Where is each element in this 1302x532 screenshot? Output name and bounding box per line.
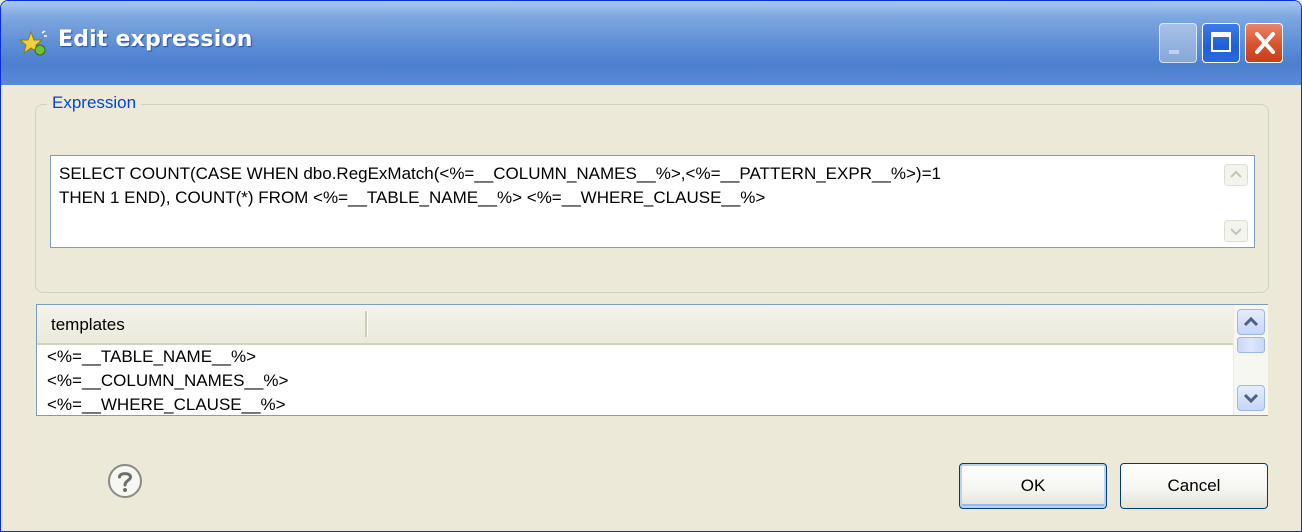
templates-table-header: templates [37,305,1233,345]
expression-scrollbar[interactable] [1224,164,1250,242]
close-icon [1255,32,1275,54]
chevron-up-icon [1243,316,1259,327]
templates-scroll-up-button[interactable] [1237,309,1265,335]
expression-textarea[interactable]: SELECT COUNT(CASE WHEN dbo.RegExMatch(<%… [50,155,1255,248]
chevron-up-icon [1230,170,1242,178]
ok-button[interactable]: OK [959,463,1107,509]
title-bar[interactable]: Edit expression [1,1,1301,85]
maximize-icon [1211,32,1231,52]
dialog-title: Edit expression [58,27,253,52]
list-item[interactable]: <%=__TABLE_NAME__%> [47,347,256,367]
column-header-templates[interactable]: templates [51,315,125,335]
templates-table[interactable]: templates <%=__TABLE_NAME__%> <%=__COLUM… [36,304,1268,416]
star-sparkle-icon [18,30,47,56]
minimize-button[interactable] [1159,23,1197,63]
edit-expression-dialog: Edit expression Expression SELECT COUNT(… [0,0,1302,532]
minimize-icon [1169,50,1179,54]
cancel-button[interactable]: Cancel [1120,463,1268,509]
column-divider[interactable] [365,311,368,337]
templates-scroll-down-button[interactable] [1237,385,1265,411]
maximize-button[interactable] [1202,23,1240,63]
chevron-down-icon [1230,228,1242,236]
chevron-down-icon [1243,393,1259,404]
expression-group-label: Expression [47,93,142,113]
templates-scrollbar[interactable] [1233,305,1268,415]
help-icon[interactable] [107,463,143,499]
list-item[interactable]: <%=__COLUMN_NAMES__%> [47,371,288,391]
list-item[interactable]: <%=__WHERE_CLAUSE__%> [47,395,286,415]
expression-scroll-down-button[interactable] [1224,220,1248,242]
expression-text[interactable]: SELECT COUNT(CASE WHEN dbo.RegExMatch(<%… [59,162,1209,210]
templates-list: <%=__TABLE_NAME__%> <%=__COLUMN_NAMES__%… [37,345,1233,415]
templates-scroll-thumb[interactable] [1237,337,1265,353]
expression-scroll-up-button[interactable] [1224,164,1248,186]
close-button[interactable] [1245,23,1283,63]
